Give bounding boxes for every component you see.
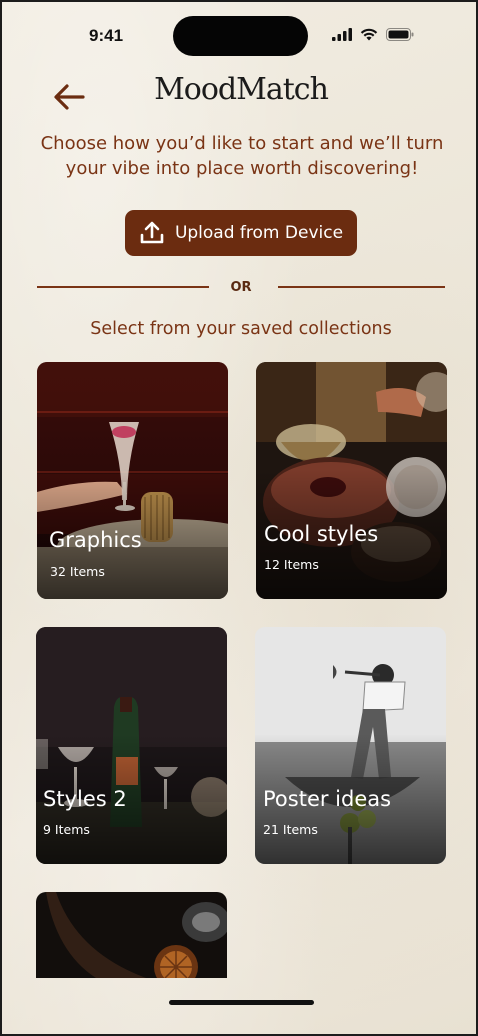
collection-card-graphics[interactable]: Graphics 32 Items	[37, 362, 228, 599]
divider-line-right	[278, 286, 445, 288]
status-icons	[332, 28, 414, 41]
collection-card-partial[interactable]	[36, 892, 227, 978]
signal-icon	[332, 28, 352, 41]
status-time: 9:41	[89, 26, 124, 45]
collection-title: Styles 2	[43, 787, 127, 811]
upload-icon	[140, 221, 164, 244]
collection-count: 9 Items	[43, 822, 90, 837]
wifi-icon	[360, 28, 378, 41]
collection-title: Graphics	[49, 528, 142, 552]
intro-text: Choose how you’d like to start and we’ll…	[40, 133, 444, 179]
collections-heading: Select from your saved collections	[90, 319, 392, 339]
collection-card-poster-ideas[interactable]: Poster ideas 21 Items	[255, 627, 446, 864]
home-indicator	[169, 1000, 314, 1005]
dynamic-island	[173, 16, 308, 56]
collection-count: 12 Items	[264, 557, 319, 572]
phone-screen: 9:41 MoodMatch Choose how you’d like to …	[0, 0, 478, 1036]
collection-thumbnail	[36, 892, 227, 978]
or-divider: OR	[230, 280, 252, 295]
collection-card-styles-2[interactable]: Styles 2 9 Items	[36, 627, 227, 864]
collection-title: Poster ideas	[263, 787, 392, 811]
upload-button-label: Upload from Device	[174, 223, 344, 243]
collection-count: 32 Items	[50, 564, 105, 579]
collection-count: 21 Items	[263, 822, 318, 837]
divider-line-left	[37, 286, 209, 288]
page-title: MoodMatch	[154, 72, 329, 107]
upload-from-device-button[interactable]: Upload from Device	[125, 210, 357, 256]
collection-title: Cool styles	[264, 522, 379, 546]
battery-icon	[386, 28, 414, 41]
collection-card-cool-styles[interactable]: Cool styles 12 Items	[256, 362, 447, 599]
